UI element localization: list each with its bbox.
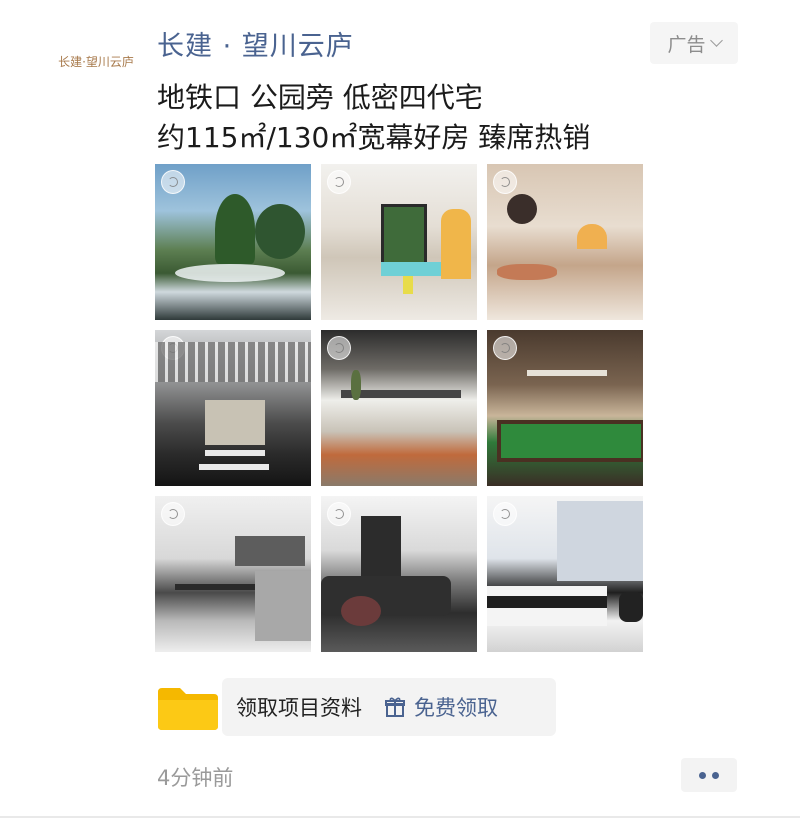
gallery-image-8[interactable] bbox=[321, 496, 477, 652]
gallery-image-3[interactable] bbox=[487, 164, 643, 320]
gift-icon bbox=[385, 697, 405, 717]
watermark-icon bbox=[327, 502, 351, 526]
gallery-image-9[interactable] bbox=[487, 496, 643, 652]
chevron-down-icon bbox=[709, 34, 723, 47]
watermark-icon bbox=[493, 170, 517, 194]
gallery-image-5[interactable] bbox=[321, 330, 477, 486]
watermark-icon bbox=[161, 170, 185, 194]
cta-action-label: 免费领取 bbox=[414, 696, 498, 720]
more-dots-icon bbox=[699, 771, 706, 779]
more-dots-icon-2 bbox=[712, 771, 719, 779]
account-avatar-logo[interactable]: 长建·望川云庐 bbox=[58, 46, 134, 76]
cta-label: 领取项目资料 bbox=[236, 696, 362, 720]
more-options-button[interactable] bbox=[681, 758, 737, 792]
headline-line-2: 约115㎡/130㎡宽幕好房 臻席热销 bbox=[157, 121, 591, 154]
watermark-icon bbox=[161, 502, 185, 526]
ad-tag-label: 广告 bbox=[667, 33, 706, 56]
ad-headline[interactable]: 地铁口 公园旁 低密四代宅 约115㎡/130㎡宽幕好房 臻席热销 bbox=[157, 78, 717, 158]
account-name[interactable]: 长建 · 望川云庐 bbox=[157, 24, 354, 63]
watermark-icon bbox=[327, 336, 351, 360]
watermark-icon bbox=[327, 170, 351, 194]
watermark-icon bbox=[493, 336, 517, 360]
gallery-image-1[interactable] bbox=[155, 164, 311, 320]
gallery-image-6[interactable] bbox=[487, 330, 643, 486]
gallery-image-2[interactable] bbox=[321, 164, 477, 320]
gallery-image-7[interactable] bbox=[155, 496, 311, 652]
watermark-icon bbox=[493, 502, 517, 526]
logo-text: 长建·望川云庐 bbox=[58, 54, 134, 69]
post-timestamp: 4分钟前 bbox=[157, 766, 234, 790]
folder-icon bbox=[158, 688, 218, 730]
claim-materials-button[interactable]: 领取项目资料 免费领取 bbox=[222, 678, 556, 736]
image-gallery bbox=[155, 164, 643, 652]
ad-tag-button[interactable]: 广告 bbox=[650, 22, 738, 64]
headline-line-1: 地铁口 公园旁 低密四代宅 bbox=[157, 81, 483, 114]
gallery-image-4[interactable] bbox=[155, 330, 311, 486]
